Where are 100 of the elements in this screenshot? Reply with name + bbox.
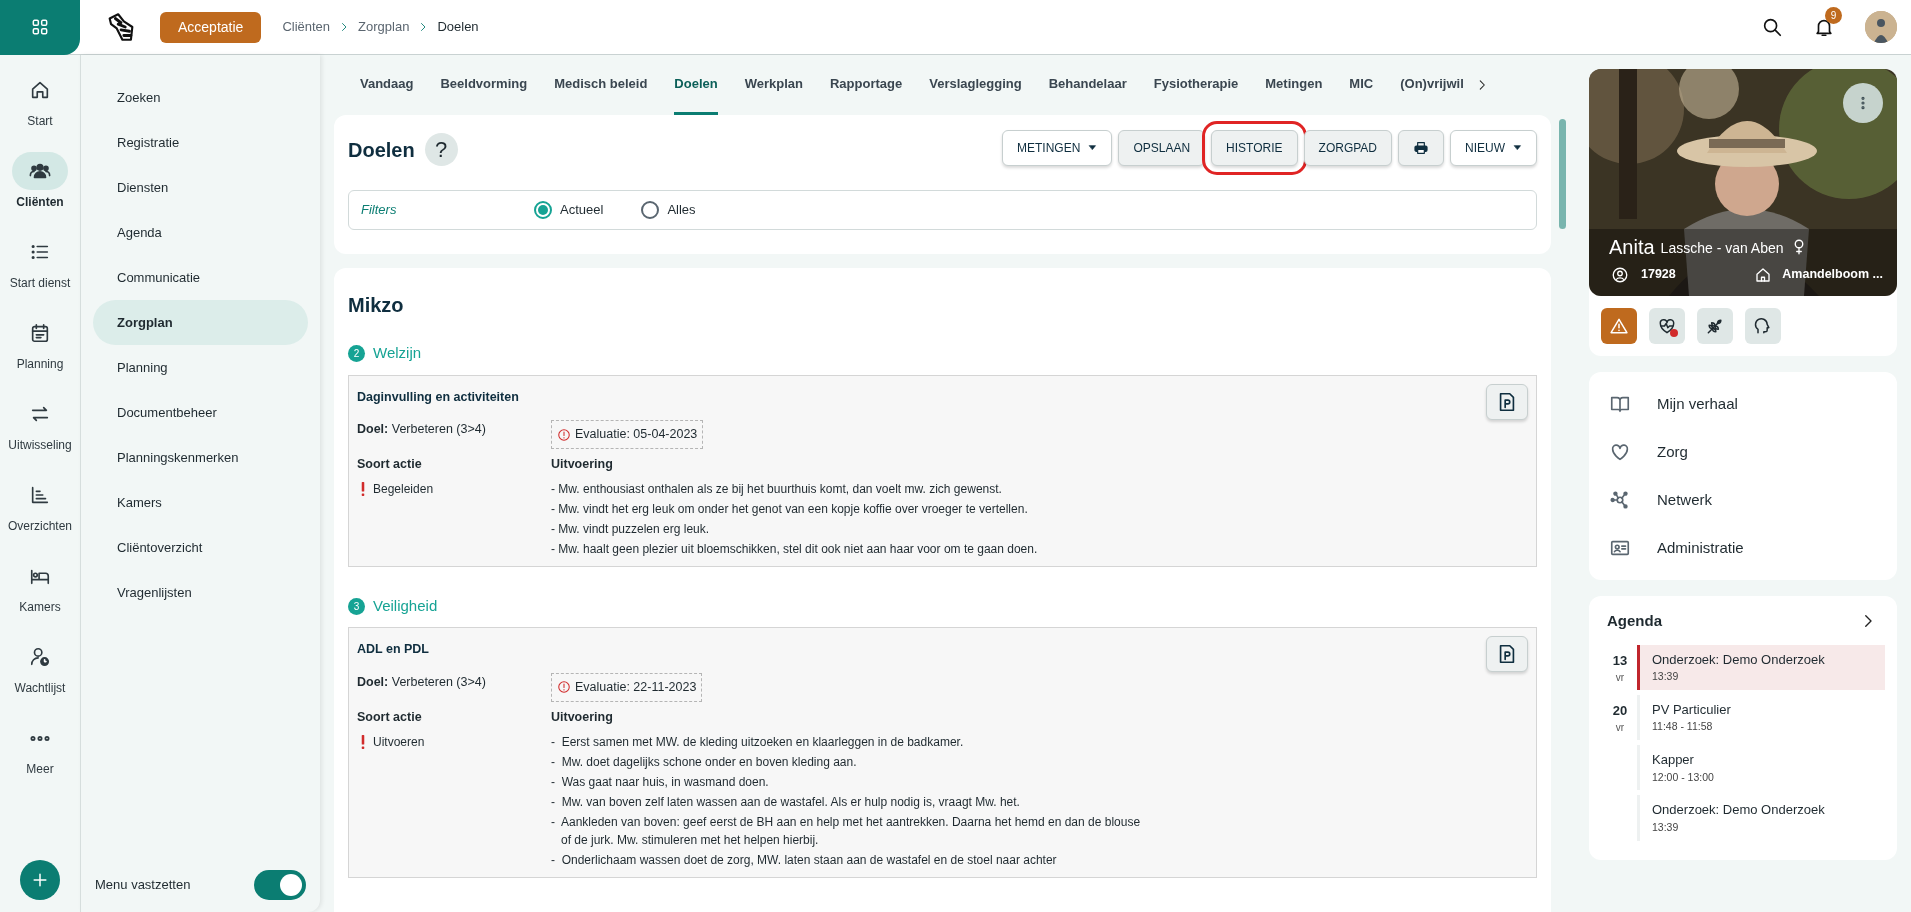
client-location: Amandelboom ... xyxy=(1782,266,1883,284)
radio-option[interactable]: Alles xyxy=(641,200,696,220)
tab[interactable]: Vandaag xyxy=(360,55,414,115)
help-button[interactable]: ? xyxy=(424,133,458,166)
alert-circle-icon xyxy=(557,427,571,442)
entry-title: Kapper xyxy=(1652,751,1695,769)
group-title: Welzijn xyxy=(373,343,422,363)
submenu-item[interactable]: Communicatie xyxy=(93,255,308,300)
execution-line: - Mw. vindt het erg leuk om onder het genot van een kopje koffie over vroeger te vertellen. xyxy=(551,500,1029,518)
rail-item[interactable]: Wachtlijst xyxy=(0,638,80,697)
alert-button[interactable] xyxy=(1745,308,1781,344)
alert-button[interactable] xyxy=(1697,308,1733,344)
breadcrumb-link[interactable]: Zorgplan xyxy=(358,17,410,37)
submenu-item[interactable]: Zoeken xyxy=(93,75,308,120)
goal-text: Doel: Verbeteren (3>4) xyxy=(357,421,487,439)
notification-badge: 9 xyxy=(1825,7,1842,24)
submenu-item[interactable]: Agenda xyxy=(93,210,308,255)
column-header: Uitvoering xyxy=(551,708,613,726)
add-button[interactable] xyxy=(20,860,60,900)
breadcrumb-link[interactable]: Doelen xyxy=(437,17,479,37)
tab[interactable]: Metingen xyxy=(1265,55,1323,115)
dropdown-button[interactable]: METINGEN xyxy=(1002,129,1113,166)
heart-pulse-icon xyxy=(1657,316,1677,336)
agenda-entry[interactable]: PV Particulier 11:48 - 11:58 xyxy=(1637,694,1885,740)
environment-badge: Acceptatie xyxy=(160,11,262,43)
home-icon xyxy=(29,79,51,101)
rail-item[interactable]: Overzichten xyxy=(0,476,80,535)
agenda-day: 20 xyxy=(1612,700,1628,721)
exclamation-icon xyxy=(361,734,365,749)
client-number: 17928 xyxy=(1641,266,1676,284)
more-icon xyxy=(30,734,50,742)
agenda-weekday: vr xyxy=(1615,671,1625,685)
tab[interactable]: Rapportage xyxy=(830,55,903,115)
action-type: Uitvoeren xyxy=(373,733,425,751)
rail-item[interactable]: Start xyxy=(0,71,80,130)
chart-icon xyxy=(29,484,51,506)
submenu-item[interactable]: Zorgplan xyxy=(93,300,308,345)
submenu-item[interactable]: Planning xyxy=(93,345,308,390)
exclamation-icon xyxy=(361,481,365,496)
tab[interactable]: Verslaglegging xyxy=(929,55,1022,115)
toggle-switch[interactable] xyxy=(254,870,306,900)
submenu-item[interactable]: Cliëntoverzicht xyxy=(93,525,308,570)
tab[interactable]: (On)vrijwil xyxy=(1400,55,1464,115)
scrollbar-thumb[interactable] xyxy=(1559,119,1566,229)
rail-item[interactable]: Cliënten xyxy=(0,152,80,211)
document-button[interactable] xyxy=(1486,636,1528,673)
section-title: Mikzo xyxy=(348,293,405,318)
client-menu-item[interactable]: Netwerk xyxy=(1589,476,1897,524)
pin-label: Menu vastzetten xyxy=(95,876,191,895)
goal-text: Doel: Verbeteren (3>4) xyxy=(357,674,487,691)
entry-time: 12:00 - 13:00 xyxy=(1652,769,1715,785)
tab[interactable]: Medisch beleid xyxy=(554,55,648,115)
client-menu-item[interactable]: Zorg xyxy=(1589,428,1897,476)
submenu-item[interactable]: Registratie xyxy=(93,120,308,165)
toolbar-button[interactable]: ZORGPAD xyxy=(1303,129,1392,166)
breadcrumb-link[interactable]: Cliënten xyxy=(282,17,331,37)
evaluation-tag: Evaluatie: 22-11-2023 xyxy=(551,673,703,702)
client-menu-item[interactable]: Mijn verhaal xyxy=(1589,380,1897,428)
execution-line: - Mw. haalt geen plezier uit bloemschikken, stel dit ook niet aan haar voor om te gaan doen. xyxy=(551,540,1038,558)
column-header: Soort actie xyxy=(357,456,423,473)
alert-button[interactable] xyxy=(1649,308,1685,344)
column-header: Soort actie xyxy=(357,708,423,726)
submenu-item[interactable]: Documentbeheer xyxy=(93,390,308,435)
rail-item[interactable]: Uitwisseling xyxy=(0,395,80,454)
tab[interactable]: Werkplan xyxy=(744,55,803,115)
caret-down-icon xyxy=(1088,143,1098,152)
print-button[interactable] xyxy=(1398,129,1444,166)
execution-line: - Mw. vindt puzzelen erg leuk. xyxy=(551,520,711,538)
rail-item[interactable]: Planning xyxy=(0,314,80,373)
card-title: Daginvulling en activiteiten xyxy=(357,388,519,406)
tab[interactable]: Behandelaar xyxy=(1048,55,1127,115)
submenu-item[interactable]: Kamers xyxy=(93,480,308,525)
agenda-day: 13 xyxy=(1612,650,1628,670)
printer-icon xyxy=(1413,139,1429,156)
submenu-item[interactable]: Vragenlijsten xyxy=(93,570,308,615)
tab[interactable]: MIC xyxy=(1349,55,1374,115)
execution-line: - Mw. enthousiast onthalen als ze bij het buurthuis komt, dan voelt mw. zich gewenst. xyxy=(551,480,1003,498)
agenda-entry[interactable]: Onderzoek: Demo Onderzoek 13:39 xyxy=(1637,795,1885,841)
radio-option[interactable]: Actueel xyxy=(534,200,604,220)
tab[interactable]: Fysiotherapie xyxy=(1153,55,1239,115)
agenda-entry[interactable]: Kapper 12:00 - 13:00 xyxy=(1637,745,1885,791)
agenda-entry[interactable]: Onderzoek: Demo Onderzoek 13:39 xyxy=(1637,644,1885,690)
search-icon[interactable] xyxy=(1761,16,1783,38)
rail-item[interactable]: Meer xyxy=(0,719,80,778)
apps-button[interactable] xyxy=(0,0,80,55)
submenu-item[interactable]: Diensten xyxy=(93,165,308,210)
user-avatar[interactable] xyxy=(1865,11,1897,43)
rail-item[interactable]: Start dienst xyxy=(0,233,80,292)
tab[interactable]: Beeldvorming xyxy=(440,55,528,115)
client-menu-item[interactable]: Administratie xyxy=(1589,524,1897,572)
execution-line: - Mw. van boven zelf laten wassen aan de wastafel. Als er hulp nodig is, vraagt Mw. het. xyxy=(551,793,1021,811)
execution-line: - Aankleden van boven: geef eerst de BH aan en help met het aantrekken. Daarna het hemd en dan de blouse of de jurk. Mw. stimuleren met het helpen hierbij. xyxy=(551,813,1141,849)
agenda-title: Agenda xyxy=(1607,611,1662,631)
dropdown-button[interactable]: NIEUW xyxy=(1450,129,1537,166)
entry-time: 11:48 - 11:58 xyxy=(1652,719,1714,735)
submenu-item[interactable]: Planningskenmerken xyxy=(93,435,308,480)
rail-item[interactable]: Kamers xyxy=(0,557,80,616)
entry-title: Onderzoek: Demo Onderzoek xyxy=(1652,650,1826,669)
document-button[interactable] xyxy=(1486,383,1528,420)
filters-label: Filters xyxy=(361,201,398,220)
